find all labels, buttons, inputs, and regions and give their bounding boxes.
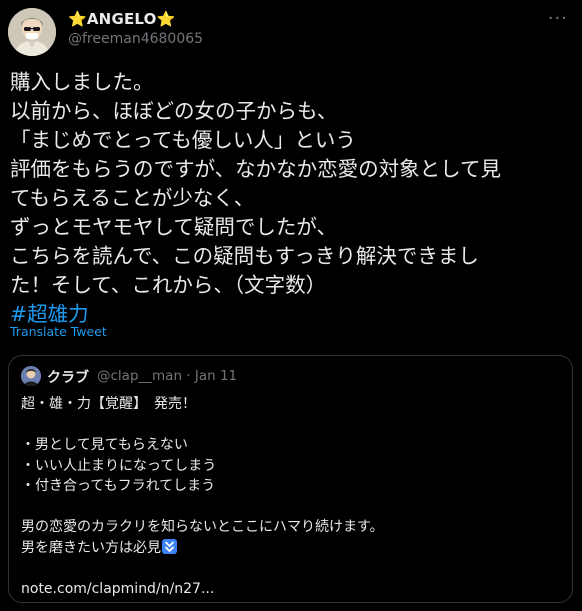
author-handle[interactable]: @freeman4680065 <box>68 31 203 47</box>
tweet-line: ずっとモヤモヤして疑問でしたが、 <box>10 215 337 239</box>
tweet-line: た！そして、これから、（文字数） <box>10 273 327 297</box>
tweet-line: 以前から、ほぼどの女の子からも、 <box>10 99 338 123</box>
quote-line-text: 男を磨きたい方は必見 <box>21 539 161 556</box>
tweet-line: 「まじめでとっても優しい人」という <box>10 128 356 152</box>
quote-line: ・いい人止まりになってしまう <box>21 457 217 474</box>
quote-author-meta: @clap__man · Jan 11 <box>97 368 238 384</box>
translate-tweet-link[interactable]: Translate Tweet <box>10 324 107 339</box>
more-options-icon[interactable]: ··· <box>548 8 568 29</box>
tweet-line: 評価をもらうのですが、なかなか恋愛の対象として見 <box>10 157 501 181</box>
tweet-line: 購入しました。 <box>10 70 154 94</box>
quote-tweet-card[interactable]: クラブ @clap__man · Jan 11 超・雄・力【覚醒】 発売！ ・男… <box>8 355 573 603</box>
quote-line: ・付き合ってもフラれてしまう <box>21 478 216 494</box>
tweet-line: てもらえることが少なく、 <box>10 186 255 210</box>
double-down-arrow-icon <box>162 538 177 554</box>
author-display-name[interactable]: ⭐ANGELO⭐ <box>68 10 175 28</box>
quote-line <box>21 497 561 518</box>
quote-text: 超・雄・力【覚醒】 発売！ ・男として見てもらえない ・いい人止まりになってしま… <box>21 394 561 599</box>
quote-author-name: クラブ <box>47 370 89 386</box>
author-avatar[interactable] <box>8 8 56 56</box>
tweet-line: こちらを読んで、この疑問もすっきり解決できまし <box>10 244 479 268</box>
quote-author-avatar <box>21 366 41 386</box>
tweet-text: 購入しました。 以前から、ほぼどの女の子からも、 「まじめでとっても優しい人」と… <box>10 68 570 329</box>
quote-line <box>21 415 561 436</box>
quote-line: 男の恋愛のカラクリを知らないとここにハマり続けます。 <box>21 519 384 535</box>
quote-link[interactable]: note.com/clapmind/n/n27... <box>21 579 561 600</box>
quote-spacer <box>21 558 561 579</box>
quote-line: ・男として見てもらえない <box>21 437 188 453</box>
quote-line: 超・雄・力【覚醒】 発売！ <box>21 396 196 412</box>
quote-line-last: 男を磨きたい方は必見 <box>21 538 561 559</box>
